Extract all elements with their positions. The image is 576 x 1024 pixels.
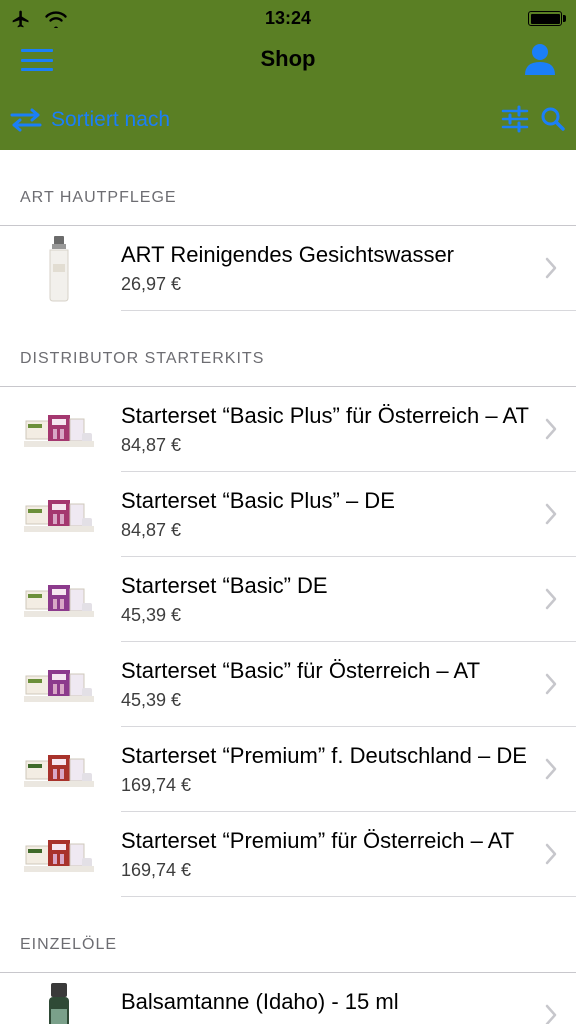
section-header: ART HAUTPFLEGE: [0, 150, 576, 226]
product-row[interactable]: Starterset “Premium” f. Deutschland – DE…: [0, 727, 576, 812]
status-bar: 13:24: [0, 0, 576, 38]
sort-label: Sortiert nach: [51, 108, 171, 131]
sort-button[interactable]: Sortiert nach: [10, 104, 170, 136]
chevron-right-icon: [545, 673, 557, 695]
product-price: 169,74 €: [121, 860, 192, 880]
product-row[interactable]: Starterset “Basic” DE 45,39 €: [0, 557, 576, 642]
product-name: Starterset “Basic” DE: [121, 573, 328, 598]
product-row[interactable]: Starterset “Basic Plus” für Österreich –…: [0, 387, 576, 472]
product-thumbnail: [16, 981, 102, 1024]
search-icon[interactable]: [540, 106, 566, 132]
product-name: ART Reinigendes Gesichtswasser: [121, 242, 455, 267]
chevron-right-icon: [545, 758, 557, 780]
product-thumbnail: [16, 395, 102, 465]
product-name: Starterset “Basic Plus” für Österreich –…: [121, 403, 529, 428]
product-name: Starterset “Premium” f. Deutschland – DE: [121, 743, 527, 768]
product-thumbnail: [16, 820, 102, 890]
product-thumbnail: [16, 650, 102, 720]
section-title: DISTRIBUTOR STARTERKITS: [20, 350, 265, 367]
product-row[interactable]: ART Reinigendes Gesichtswasser 26,97 €: [0, 226, 576, 311]
product-name: Starterset “Basic Plus” – DE: [121, 488, 395, 513]
user-profile-icon[interactable]: [522, 42, 558, 76]
sort-arrows-icon: [10, 108, 42, 132]
product-price: 84,87 €: [121, 435, 182, 455]
battery-icon: [528, 11, 566, 26]
app-header: 13:24 Shop Sortiert nach: [0, 0, 576, 150]
section-title: EINZELÖLE: [20, 936, 118, 953]
page-title: Shop: [260, 46, 316, 71]
chevron-right-icon: [545, 843, 557, 865]
section-header: EINZELÖLE: [0, 897, 576, 973]
chevron-right-icon: [545, 257, 557, 279]
section-title: ART HAUTPFLEGE: [20, 189, 177, 206]
product-name: Balsamtanne (Idaho) - 15 ml: [121, 989, 399, 1014]
product-thumbnail: [16, 565, 102, 635]
product-row[interactable]: Starterset “Basic” für Österreich – AT 45…: [0, 642, 576, 727]
filter-sliders-icon[interactable]: [500, 104, 530, 134]
product-list[interactable]: ART HAUTPFLEGE ART Reinigendes Gesichtswa…: [0, 150, 576, 1024]
product-price: 169,74 €: [121, 775, 192, 795]
product-row[interactable]: Balsamtanne (Idaho) - 15 ml: [0, 973, 576, 1024]
product-thumbnail: [16, 735, 102, 805]
chevron-right-icon: [545, 588, 557, 610]
product-price: 45,39 €: [121, 605, 182, 625]
toolbar: Sortiert nach: [0, 98, 576, 142]
product-thumbnail: [16, 480, 102, 550]
chevron-right-icon: [545, 1004, 557, 1024]
product-price: 45,39 €: [121, 690, 182, 710]
product-name: Starterset “Basic” für Österreich – AT: [121, 658, 481, 683]
product-row[interactable]: Starterset “Basic Plus” – DE 84,87 €: [0, 472, 576, 557]
product-price: 84,87 €: [121, 520, 182, 540]
chevron-right-icon: [545, 418, 557, 440]
product-row[interactable]: Starterset “Premium” für Österreich – AT…: [0, 812, 576, 897]
chevron-right-icon: [545, 503, 557, 525]
product-price: 26,97 €: [121, 274, 182, 294]
hamburger-menu-icon[interactable]: [20, 46, 54, 74]
nav-bar: Shop: [0, 38, 576, 82]
product-name: Starterset “Premium” für Österreich – AT: [121, 828, 515, 853]
product-thumbnail: [16, 234, 102, 304]
section-header: DISTRIBUTOR STARTERKITS: [0, 311, 576, 387]
status-time: 13:24: [264, 8, 312, 28]
